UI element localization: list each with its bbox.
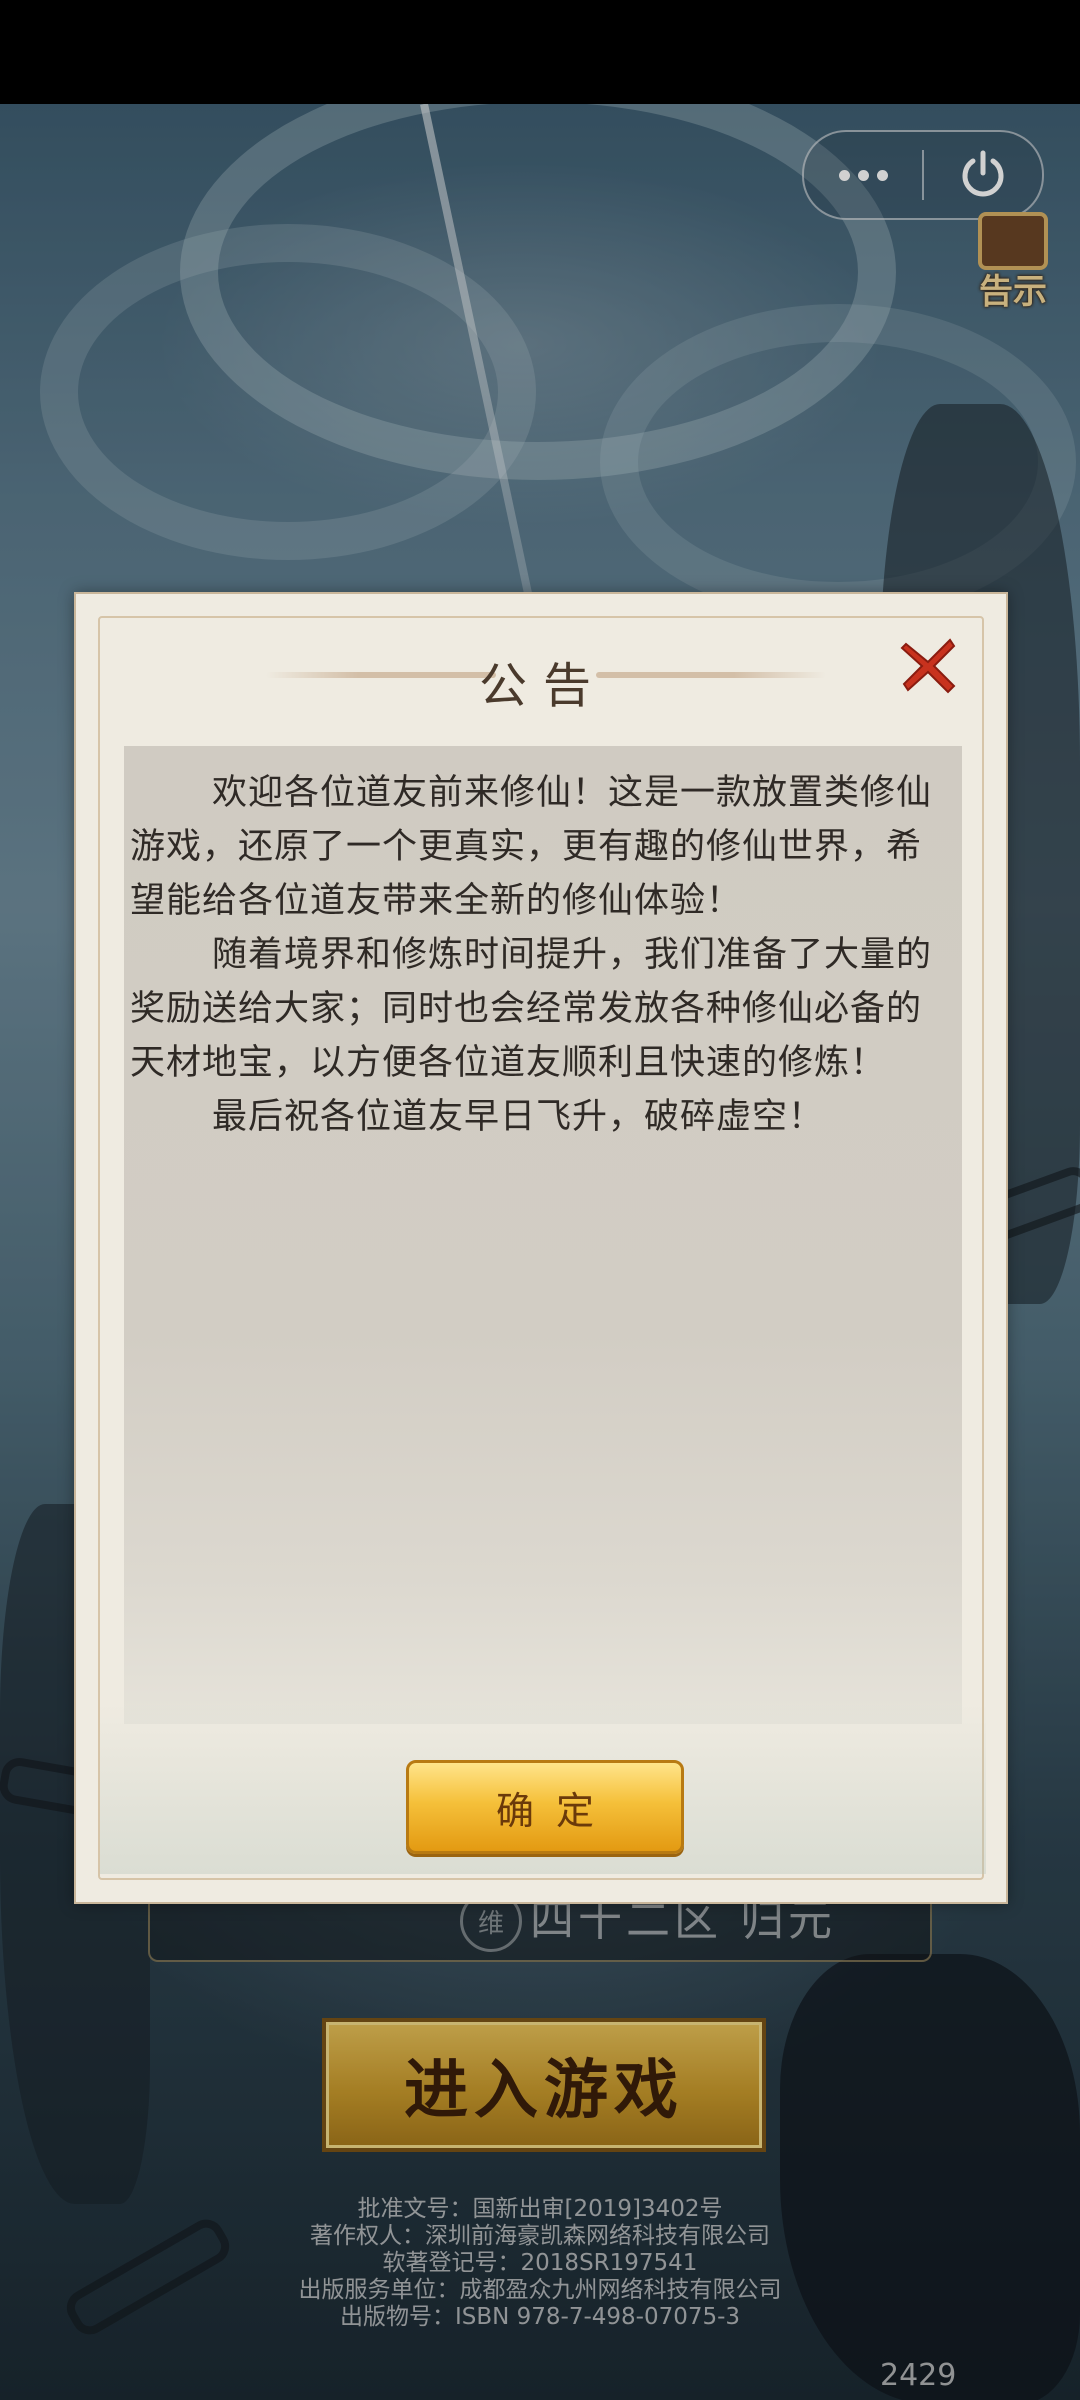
confirm-button[interactable]: 确定 (406, 1760, 684, 1854)
announcement-dialog: 公告 欢迎各位道友前来修仙！这是一款放置类修仙游戏，还原了一个更真实，更有趣的修… (74, 592, 1008, 1904)
announcement-content: 欢迎各位道友前来修仙！这是一款放置类修仙游戏，还原了一个更真实，更有趣的修仙世界… (124, 746, 962, 1724)
announcement-paragraph: 随着境界和修炼时间提升，我们准备了大量的奖励送给大家；同时也会经常发放各种修仙必… (130, 935, 933, 1083)
announcement-paragraph: 欢迎各位道友前来修仙！这是一款放置类修仙游戏，还原了一个更真实，更有趣的修仙世界… (130, 773, 933, 921)
dialog-title: 公告 (478, 658, 607, 714)
announcement-paragraph: 最后祝各位道友早日飞升，破碎虚空！ (212, 1097, 825, 1137)
close-x-icon[interactable] (898, 634, 960, 696)
status-bar (0, 0, 1080, 104)
confirm-label: 确定 (495, 1788, 616, 1833)
